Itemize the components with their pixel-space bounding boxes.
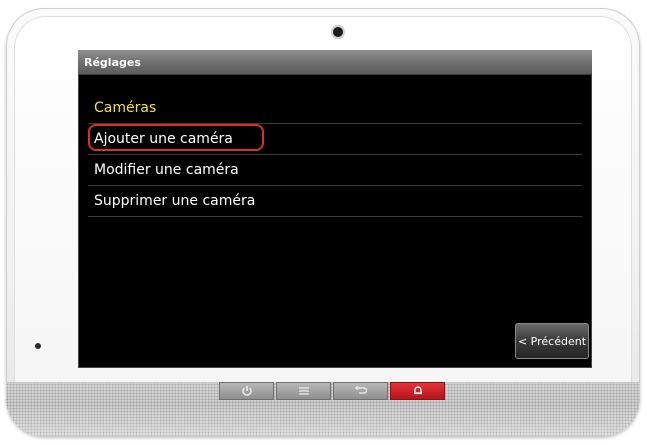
- settings-list: Caméras Ajouter une caméra Modifier une …: [88, 92, 582, 217]
- power-icon: [241, 386, 252, 396]
- menu-icon: [298, 387, 309, 395]
- hardware-back-button[interactable]: [333, 382, 388, 400]
- back-button[interactable]: < Précédent: [515, 323, 589, 359]
- tablet-frame: Réglages Caméras Ajouter une caméra Modi…: [6, 8, 640, 436]
- list-item-edit-camera[interactable]: Modifier une caméra: [88, 155, 582, 186]
- hardware-button-bar: [219, 382, 445, 400]
- hardware-power-button[interactable]: [219, 382, 274, 400]
- list-item-delete-camera[interactable]: Supprimer une caméra: [88, 186, 582, 217]
- page: Réglages Caméras Ajouter une caméra Modi…: [0, 0, 647, 445]
- front-camera-icon: [333, 27, 343, 37]
- back-icon: [354, 386, 367, 394]
- device-screen: Réglages Caméras Ajouter une caméra Modi…: [78, 50, 592, 368]
- status-led-icon: [35, 343, 41, 349]
- page-title: Réglages: [84, 55, 141, 69]
- hardware-menu-button[interactable]: [276, 382, 331, 400]
- list-item-add-camera[interactable]: Ajouter une caméra: [88, 124, 582, 155]
- section-header-cameras: Caméras: [88, 92, 582, 124]
- alarm-bell-icon: [413, 386, 422, 395]
- hardware-alarm-button[interactable]: [390, 382, 445, 400]
- title-bar: Réglages: [78, 50, 592, 75]
